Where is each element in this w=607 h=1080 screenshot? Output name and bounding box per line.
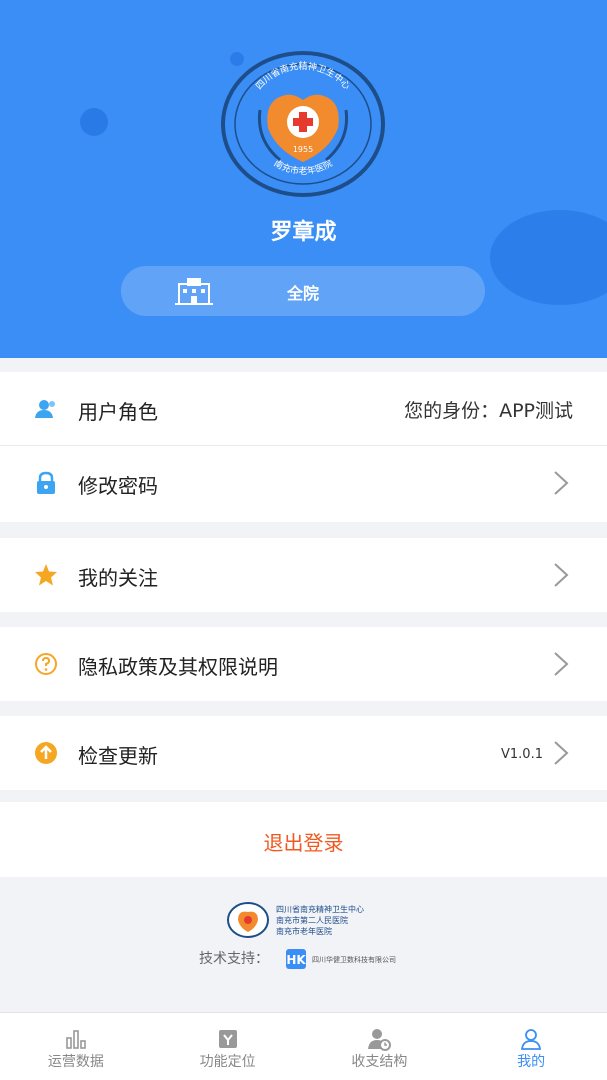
department-label: 全院: [286, 284, 319, 303]
lock-icon: [37, 471, 55, 494]
chevron-right-icon: [554, 563, 569, 587]
star-icon: [35, 564, 57, 586]
logo-year: 1955: [293, 145, 313, 154]
user-role-value: 您的身份：APP测试: [404, 400, 573, 422]
logout-button[interactable]: 退出登录: [0, 802, 607, 877]
tab-function[interactable]: 功能定位: [152, 1013, 304, 1080]
follow-card: 我的关注: [0, 538, 607, 612]
tab-mine[interactable]: 我的: [455, 1013, 607, 1080]
organization-logo: 四川省南充精神卫生中心 南充市第二人民医院 南充市老年医院: [227, 902, 364, 938]
privacy-row[interactable]: 隐私政策及其权限说明: [0, 627, 607, 701]
profile-header: 四川省南充精神卫生中心 南充市老年医院 1955 罗章成 全院: [0, 0, 607, 358]
upload-arrow-icon: [35, 742, 57, 764]
org-line: 南充市第二人民医院: [276, 915, 348, 925]
logout-label: 退出登录: [263, 831, 344, 855]
question-circle-icon: [35, 653, 57, 675]
org-line: 南充市老年医院: [276, 926, 332, 936]
user-group-icon: [35, 400, 55, 418]
tab-label: 收支结构: [351, 1054, 408, 1070]
tab-finance[interactable]: 收支结构: [304, 1013, 456, 1080]
tech-support-label: 技术支持：: [199, 951, 269, 967]
account-card: 用户角色 您的身份：APP测试 修改密码: [0, 372, 607, 522]
tab-label: 我的: [517, 1054, 546, 1070]
privacy-card: 隐私政策及其权限说明: [0, 627, 607, 701]
document-icon: [218, 1030, 237, 1048]
check-update-row[interactable]: 检查更新 V1.0.1: [0, 716, 607, 790]
user-role-label: 用户角色: [78, 400, 158, 424]
hospital-logo: 四川省南充精神卫生中心 南充市老年医院 1955: [221, 51, 385, 197]
bar-chart-icon: [66, 1030, 86, 1049]
bottom-tab-bar: 运营数据 功能定位 收支结构 我的: [0, 1012, 607, 1080]
person-icon: [521, 1029, 542, 1050]
privacy-label: 隐私政策及其权限说明: [78, 655, 278, 679]
chevron-right-icon: [554, 741, 569, 765]
tech-company-logo: HK 四川华健卫数科技有限公司: [286, 949, 396, 969]
my-follow-row[interactable]: 我的关注: [0, 538, 607, 612]
tech-company-name: 四川华健卫数科技有限公司: [312, 955, 396, 964]
my-follow-label: 我的关注: [78, 566, 158, 590]
chevron-right-icon: [554, 652, 569, 676]
department-selector[interactable]: 全院: [121, 266, 485, 316]
org-line: 四川省南充精神卫生中心: [276, 904, 364, 914]
tab-label: 运营数据: [47, 1054, 104, 1070]
tab-label: 功能定位: [199, 1054, 256, 1070]
tab-operations[interactable]: 运营数据: [0, 1013, 152, 1080]
check-update-label: 检查更新: [78, 744, 158, 768]
user-clock-icon: [368, 1029, 392, 1051]
change-password-row[interactable]: 修改密码: [0, 446, 607, 522]
user-name: 罗章成: [270, 220, 337, 245]
user-role-row: 用户角色 您的身份：APP测试: [0, 372, 607, 446]
chevron-right-icon: [554, 471, 569, 495]
change-password-label: 修改密码: [78, 474, 158, 498]
version-text: V1.0.1: [501, 747, 543, 762]
decor-bubble: [80, 108, 108, 136]
update-card: 检查更新 V1.0.1: [0, 716, 607, 790]
svg-text:HK: HK: [286, 953, 306, 967]
